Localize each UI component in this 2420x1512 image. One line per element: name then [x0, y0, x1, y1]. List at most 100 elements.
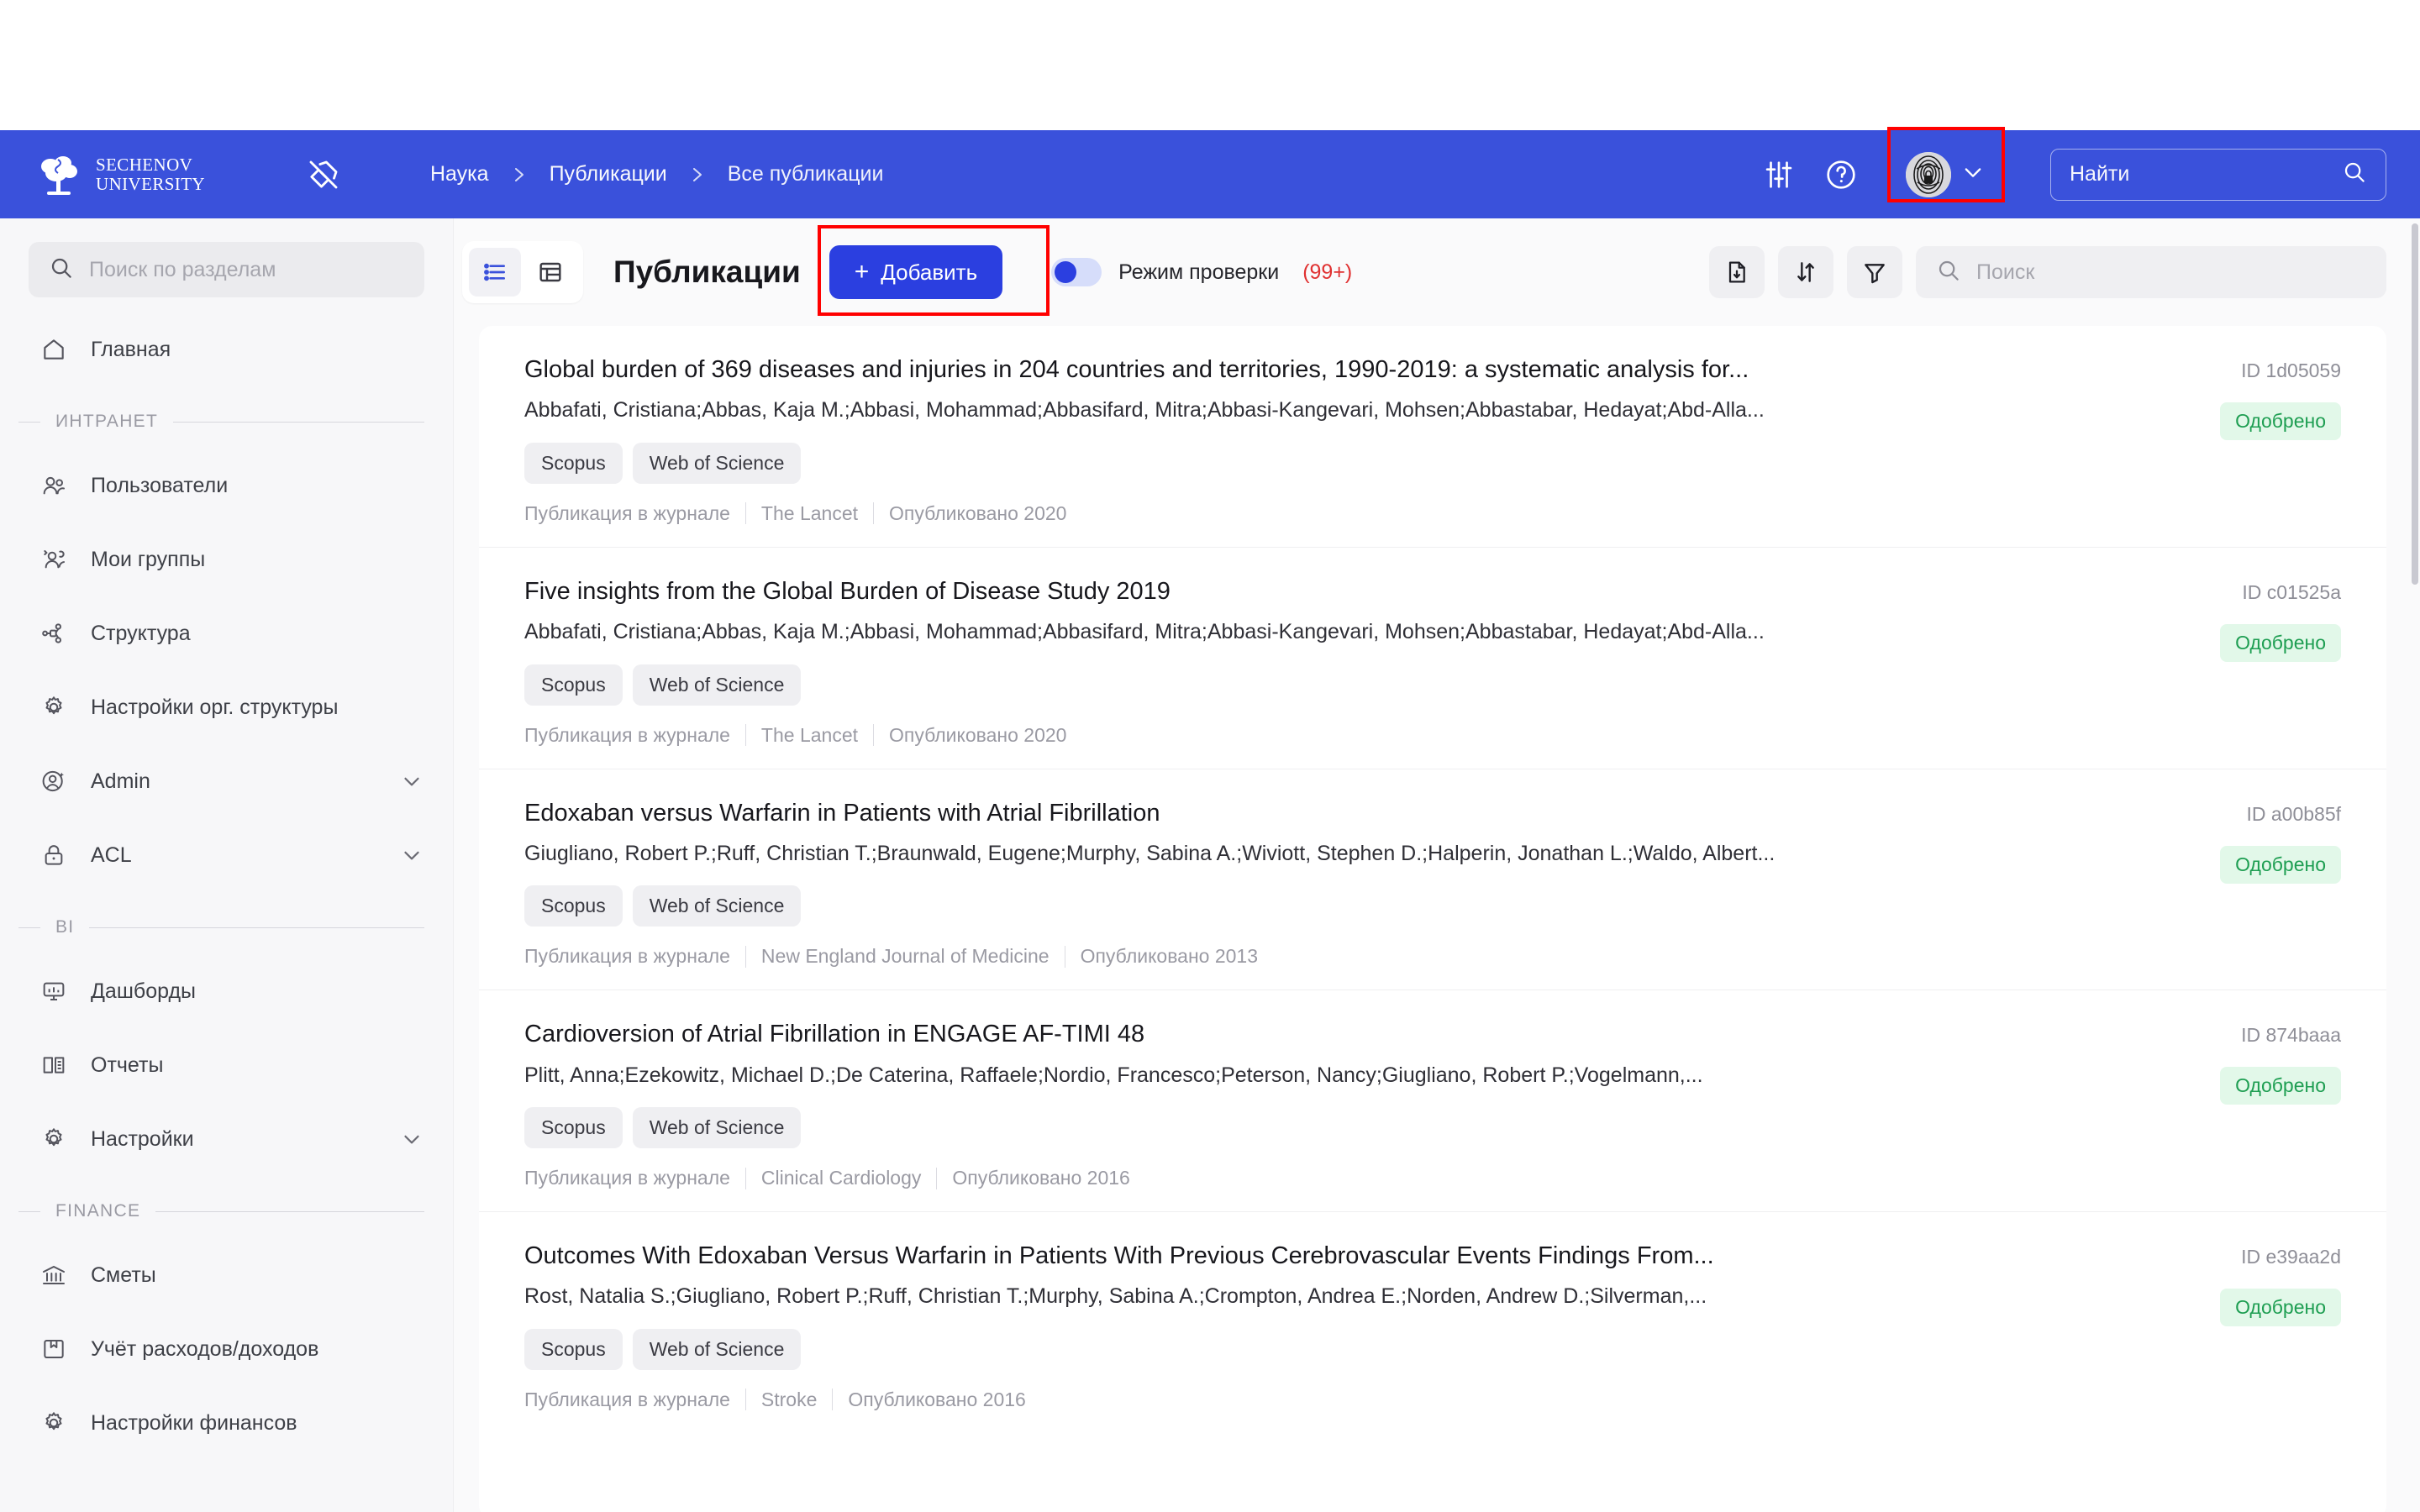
publication-title[interactable]: Five insights from the Global Burden of …: [524, 576, 2106, 606]
sidebar-group-intranet-label: ИНТРАНЕТ: [55, 412, 159, 431]
tag-web-of-science[interactable]: Web of Science: [632, 442, 802, 484]
group-rule: [155, 1210, 424, 1212]
sidebar-item-my-groups[interactable]: Мои группы: [0, 522, 453, 596]
funnel-icon[interactable]: [1847, 246, 1902, 298]
sidebar-item-home-label: Главная: [91, 337, 171, 361]
review-mode-toggle-group: Режим проверки (99+): [1051, 258, 1352, 286]
table-row[interactable]: Global burden of 369 diseases and injuri…: [479, 326, 2386, 548]
sidebar-item-estimates[interactable]: Сметы: [0, 1238, 453, 1312]
breadcrumb-item-publications[interactable]: Публикации: [550, 162, 667, 186]
publication-title[interactable]: Global burden of 369 diseases and injuri…: [524, 354, 2106, 385]
publication-journal: Clinical Cardiology: [760, 1167, 922, 1189]
group-dash: [18, 421, 40, 423]
publication-meta: Публикация в журнале Clinical Cardiology…: [524, 1167, 2106, 1189]
chevron-down-icon[interactable]: [399, 769, 424, 794]
sidebar-item-structure[interactable]: Структура: [0, 596, 453, 670]
logo-line-1: SECHENOV: [96, 155, 193, 176]
add-button-label: Добавить: [881, 259, 978, 285]
breadcrumb-item-science[interactable]: Наука: [430, 162, 489, 186]
user-avatar-menu[interactable]: [1887, 126, 2005, 209]
avatar-chevron-down-icon[interactable]: [1961, 160, 1985, 188]
sidebar-item-admin-label: Admin: [91, 769, 150, 793]
tag-scopus[interactable]: Scopus: [524, 442, 623, 484]
sidebar-item-bi-settings[interactable]: Настройки: [0, 1102, 453, 1176]
file-download-icon[interactable]: [1709, 246, 1765, 298]
fingerprint-avatar-icon[interactable]: [1906, 151, 1951, 197]
header-search-placeholder: Найти: [2070, 162, 2130, 186]
publication-tags: Scopus Web of Science: [524, 442, 2106, 484]
table-row[interactable]: Edoxaban versus Warfarin in Patients wit…: [479, 769, 2386, 991]
sidebar-item-users[interactable]: Пользователи: [0, 449, 453, 522]
sidebar-item-reports[interactable]: Отчеты: [0, 1028, 453, 1102]
page-scrollbar[interactable]: [2410, 218, 2420, 1512]
publications-list: Global burden of 369 diseases and injuri…: [479, 326, 2386, 1512]
tag-web-of-science[interactable]: Web of Science: [632, 885, 802, 927]
chevron-down-icon[interactable]: [399, 843, 424, 868]
header-actions: Найти: [1743, 126, 2420, 209]
group-dash: [18, 927, 40, 928]
publication-tags: Scopus Web of Science: [524, 664, 2106, 706]
review-mode-label: Режим проверки: [1118, 260, 1280, 284]
page-title: Публикации: [613, 255, 801, 289]
sidebar-item-income-expense[interactable]: Учёт расходов/доходов: [0, 1312, 453, 1386]
table-view-icon[interactable]: [524, 248, 576, 297]
lock-icon: [39, 840, 69, 870]
list-view-icon[interactable]: [469, 248, 521, 297]
publication-id: ID c01525a: [2242, 580, 2341, 603]
tag-scopus[interactable]: Scopus: [524, 885, 623, 927]
publication-type: Публикация в журнале: [524, 945, 730, 968]
tag-web-of-science[interactable]: Web of Science: [632, 1107, 802, 1148]
review-mode-switch[interactable]: [1051, 258, 1102, 286]
sidebar-item-finance-settings[interactable]: Настройки финансов: [0, 1386, 453, 1460]
users-icon: [39, 470, 69, 501]
search-icon: [1936, 258, 1961, 287]
tag-scopus[interactable]: Scopus: [524, 1107, 623, 1148]
table-row[interactable]: Cardioversion of Atrial Fibrillation in …: [479, 990, 2386, 1212]
header-search-input[interactable]: Найти: [2050, 148, 2386, 201]
tag-scopus[interactable]: Scopus: [524, 1328, 623, 1370]
tag-web-of-science[interactable]: Web of Science: [632, 664, 802, 706]
chevron-down-icon[interactable]: [399, 1126, 424, 1152]
sort-arrows-icon[interactable]: [1778, 246, 1833, 298]
publication-side: ID a00b85f Одобрено: [2131, 798, 2341, 969]
search-icon: [49, 255, 74, 285]
publication-type: Публикация в журнале: [524, 501, 730, 524]
tag-web-of-science[interactable]: Web of Science: [632, 1328, 802, 1370]
sidebar-item-users-label: Пользователи: [91, 473, 229, 497]
publication-content: Five insights from the Global Burden of …: [524, 576, 2131, 747]
sidebar-item-org-settings[interactable]: Настройки орг. структуры: [0, 670, 453, 744]
breadcrumb-item-all-publications[interactable]: Все публикации: [728, 162, 884, 186]
publication-content: Outcomes With Edoxaban Versus Warfarin i…: [524, 1241, 2131, 1411]
publications-search-input[interactable]: Поиск: [1916, 246, 2386, 298]
pin-off-icon[interactable]: [304, 155, 343, 194]
publication-content: Cardioversion of Atrial Fibrillation in …: [524, 1019, 2131, 1189]
publication-title[interactable]: Outcomes With Edoxaban Versus Warfarin i…: [524, 1241, 2106, 1271]
publication-title[interactable]: Edoxaban versus Warfarin in Patients wit…: [524, 798, 2106, 828]
question-circle-icon[interactable]: [1815, 149, 1867, 201]
sidebar-item-dashboards[interactable]: Дашборды: [0, 954, 453, 1028]
sidebar-item-admin[interactable]: Admin: [0, 744, 453, 818]
sidebar-item-estimates-label: Сметы: [91, 1263, 156, 1287]
breadcrumb: Наука Публикации Все публикации: [430, 162, 883, 186]
sidebar-item-acl[interactable]: ACL: [0, 818, 453, 892]
add-button-wrapper: + Добавить: [817, 225, 1050, 316]
add-publication-button[interactable]: + Добавить: [829, 245, 1003, 299]
table-row[interactable]: Outcomes With Edoxaban Versus Warfarin i…: [479, 1212, 2386, 1433]
publication-journal: New England Journal of Medicine: [760, 945, 1050, 968]
publication-tags: Scopus Web of Science: [524, 1107, 2106, 1148]
publication-meta: Публикация в журнале The Lancet Опублико…: [524, 724, 2106, 747]
publication-authors: Abbafati, Cristiana;Abbas, Kaja M.;Abbas…: [524, 620, 1765, 643]
plus-icon: +: [854, 258, 870, 286]
publication-authors: Plitt, Anna;Ezekowitz, Michael D.;De Cat…: [524, 1063, 1703, 1087]
sidebar-item-home[interactable]: Главная: [0, 312, 453, 386]
sliders-icon[interactable]: [1753, 149, 1805, 201]
search-icon[interactable]: [2342, 160, 2367, 189]
table-row[interactable]: Five insights from the Global Burden of …: [479, 548, 2386, 769]
app-logo[interactable]: SECHENOV UNIVERSITY: [35, 151, 205, 198]
dashboard-icon: [39, 976, 69, 1006]
publication-title[interactable]: Cardioversion of Atrial Fibrillation in …: [524, 1019, 2106, 1049]
scrollbar-thumb[interactable]: [2412, 223, 2418, 585]
sidebar-search-input[interactable]: Поиск по разделам: [29, 242, 424, 297]
publication-published: Опубликовано 2020: [889, 501, 1067, 524]
tag-scopus[interactable]: Scopus: [524, 664, 623, 706]
